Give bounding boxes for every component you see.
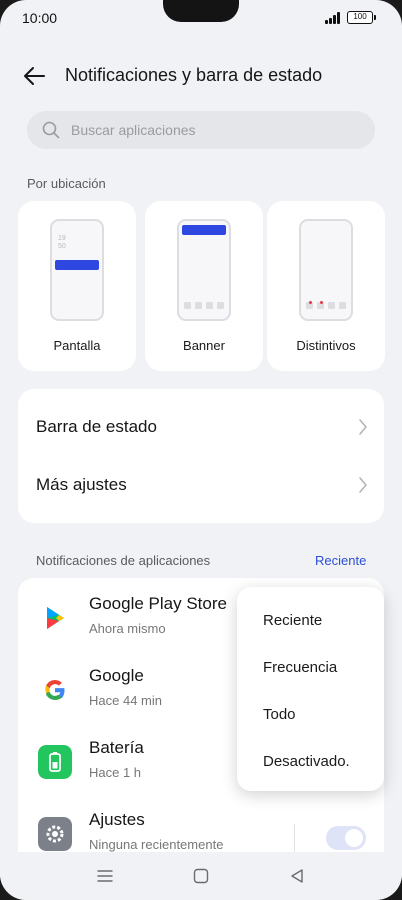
sort-option-todo[interactable]: Todo [263, 706, 378, 723]
system-navigation-bar [0, 852, 402, 900]
banner-preview [177, 219, 231, 321]
google-icon [45, 680, 65, 700]
status-time: 10:00 [22, 10, 58, 26]
app-name: Batería [89, 738, 144, 757]
row-divider [294, 824, 295, 852]
location-card-distintivos[interactable]: Distintivos [267, 201, 385, 371]
settings-gear-icon [38, 817, 72, 851]
back-button[interactable] [18, 62, 52, 90]
app-last-notification: Ninguna recientemente [89, 837, 224, 852]
app-last-notification: Ahora mismo [89, 621, 166, 636]
location-card-banner[interactable]: Banner [145, 201, 263, 371]
menu-icon[interactable] [95, 866, 115, 886]
play-store-icon [47, 607, 64, 629]
search-icon [42, 121, 60, 139]
preview-dock [184, 302, 226, 309]
location-card-label: Banner [183, 338, 225, 353]
sort-option-desactivado[interactable]: Desactivado. [263, 753, 378, 770]
page-title: Notificaciones y barra de estado [65, 65, 323, 85]
home-icon[interactable] [191, 866, 211, 886]
preview-banner-bar [182, 225, 226, 235]
chevron-right-icon [359, 477, 367, 493]
location-card-label: Pantalla [53, 338, 101, 353]
preview-badged-dock [306, 301, 348, 309]
back-triangle-icon[interactable] [287, 866, 307, 886]
battery-icon: 100 [347, 11, 376, 24]
chevron-right-icon [359, 419, 367, 435]
apps-section-label: Notificaciones de aplicaciones [36, 553, 211, 568]
battery-app-icon [38, 745, 72, 779]
sort-selector[interactable]: Reciente [315, 553, 366, 568]
sort-option-frecuencia[interactable]: Frecuencia [263, 659, 378, 676]
camera-notch [163, 0, 239, 22]
sort-option-reciente[interactable]: Reciente [263, 612, 378, 629]
location-card-pantalla[interactable]: 19 50 Pantalla [18, 201, 136, 371]
app-name: Ajustes [89, 810, 145, 829]
app-last-notification: Hace 1 h [89, 765, 142, 780]
settings-card: Barra de estado Más ajustes [18, 389, 384, 523]
row-label: Más ajustes [36, 475, 127, 494]
toggle-knob [345, 829, 363, 847]
sort-dropdown-menu: Reciente Frecuencia Todo Desactivado. [237, 587, 384, 791]
location-section-label: Por ubicación [27, 176, 106, 191]
search-input[interactable] [71, 111, 361, 149]
preview-clock: 19 50 [58, 235, 66, 250]
row-barra-de-estado[interactable]: Barra de estado [18, 398, 384, 456]
page-header: Notificaciones y barra de estado [0, 56, 402, 96]
signal-icon [325, 12, 343, 24]
location-card-label: Distintivos [296, 338, 356, 353]
row-label: Barra de estado [36, 417, 157, 436]
pantalla-preview: 19 50 [50, 219, 104, 321]
phone-screen: 10:00 100 Notificaciones y barra de esta… [0, 0, 402, 900]
preview-notification-bar [55, 260, 99, 270]
back-arrow-icon [24, 67, 45, 85]
app-name: Google [89, 666, 144, 685]
row-mas-ajustes[interactable]: Más ajustes [18, 456, 384, 514]
search-bar[interactable] [27, 111, 375, 149]
app-last-notification: Hace 44 min [89, 693, 162, 708]
app-name: Google Play Store [89, 594, 227, 613]
ajustes-notification-toggle[interactable] [326, 826, 366, 850]
distintivos-preview [299, 219, 353, 321]
